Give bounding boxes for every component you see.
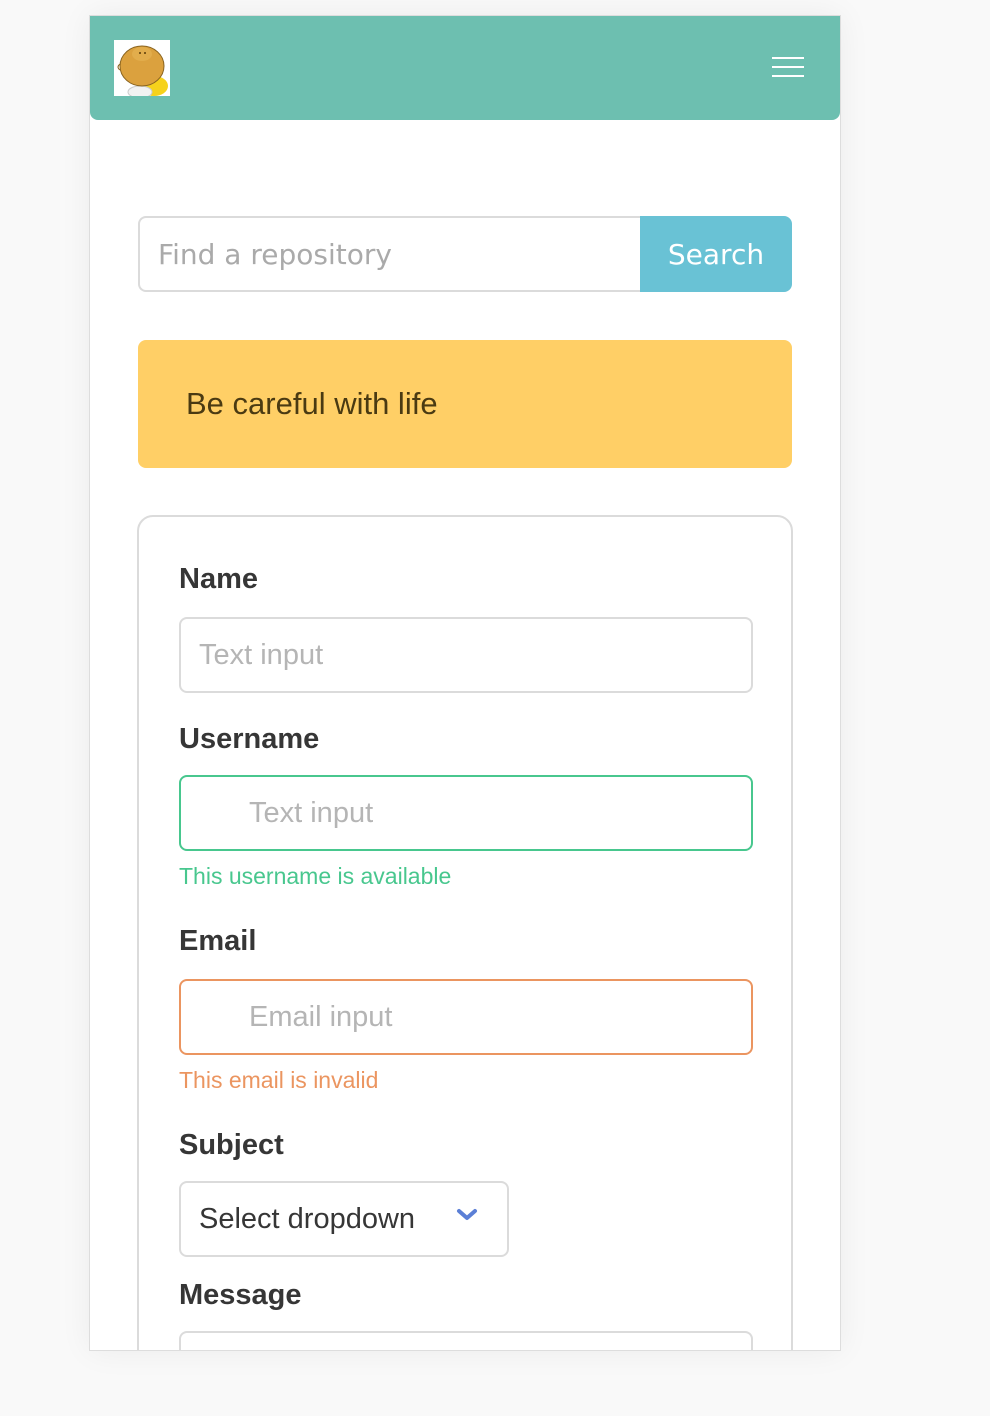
email-help-text: This email is invalid bbox=[179, 1067, 379, 1093]
burger-line bbox=[772, 66, 804, 68]
name-input[interactable] bbox=[179, 617, 753, 693]
username-help-text: This username is available bbox=[179, 863, 452, 889]
hamburger-menu-icon[interactable] bbox=[768, 54, 808, 80]
navbar bbox=[90, 16, 840, 120]
contact-form: Name Username This username is available… bbox=[137, 515, 793, 1350]
email-label: Email bbox=[179, 925, 257, 957]
chevron-down-icon bbox=[457, 1209, 477, 1220]
subject-label: Subject bbox=[179, 1129, 284, 1161]
burger-line bbox=[772, 57, 804, 59]
burger-line bbox=[772, 75, 804, 77]
warning-notification: Be careful with life bbox=[138, 340, 792, 468]
mobile-viewport: Search Be careful with life Name Usernam… bbox=[89, 15, 841, 1351]
message-textarea[interactable] bbox=[179, 1331, 753, 1350]
username-input[interactable] bbox=[179, 775, 753, 851]
message-label: Message bbox=[179, 1279, 302, 1311]
logo-icon[interactable] bbox=[114, 40, 170, 99]
name-label: Name bbox=[179, 563, 258, 595]
username-label: Username bbox=[179, 723, 320, 755]
notification-text: Be careful with life bbox=[186, 386, 438, 421]
subject-selected-value: Select dropdown bbox=[199, 1202, 416, 1235]
email-input[interactable] bbox=[179, 979, 753, 1055]
subject-select[interactable]: Select dropdown bbox=[179, 1181, 509, 1257]
search-input[interactable] bbox=[138, 216, 642, 292]
search-button[interactable]: Search bbox=[640, 216, 792, 292]
